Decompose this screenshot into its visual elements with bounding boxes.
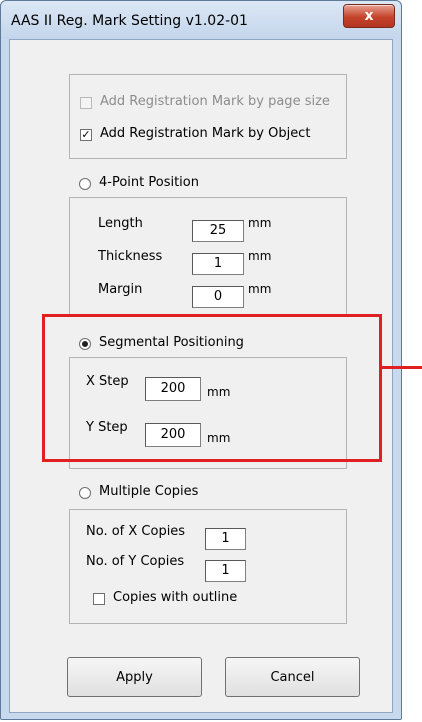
apply-button[interactable]: Apply — [67, 657, 202, 697]
four-point-radio-label: 4-Point Position — [99, 175, 199, 190]
copies-outline-checkbox-label: Copies with outline — [113, 590, 238, 605]
multiple-copies-radio-label: Multiple Copies — [99, 484, 199, 499]
close-icon: x — [364, 8, 374, 24]
thickness-label: Thickness — [98, 249, 163, 264]
length-label: Length — [98, 216, 143, 231]
highlight-pointer-line — [381, 366, 422, 369]
four-point-radio[interactable] — [79, 178, 91, 190]
page-size-checkbox[interactable] — [80, 97, 92, 109]
length-input[interactable]: 25 — [192, 220, 244, 242]
multiple-copies-radio[interactable] — [79, 487, 91, 499]
length-unit: mm — [248, 216, 272, 230]
margin-label: Margin — [98, 282, 143, 297]
y-copies-input[interactable]: 1 — [205, 560, 246, 582]
cancel-button[interactable]: Cancel — [225, 657, 360, 697]
multiple-copies-group: No. of X Copies 1 No. of Y Copies 1 Copi… — [69, 509, 347, 624]
close-button[interactable]: x — [343, 4, 395, 28]
x-copies-input[interactable]: 1 — [205, 528, 246, 550]
four-point-group: Length 25 mm Thickness 1 mm Margin 0 mm — [69, 197, 347, 317]
thickness-input[interactable]: 1 — [192, 253, 244, 275]
by-object-checkbox-label: Add Registration Mark by Object — [100, 126, 311, 141]
by-object-checkbox[interactable]: ✓ — [80, 129, 92, 141]
checkmark-icon: ✓ — [81, 128, 91, 141]
highlight-box — [42, 314, 382, 462]
margin-unit: mm — [248, 282, 272, 296]
window-title: AAS II Reg. Mark Setting v1.02-01 — [11, 13, 248, 29]
copies-outline-checkbox[interactable] — [93, 593, 105, 605]
registration-mark-group: Add Registration Mark by page size ✓ Add… — [69, 74, 347, 159]
margin-input[interactable]: 0 — [192, 286, 244, 308]
thickness-unit: mm — [248, 249, 272, 263]
y-copies-label: No. of Y Copies — [86, 554, 185, 569]
title-bar[interactable]: AAS II Reg. Mark Setting v1.02-01 x — [1, 1, 401, 39]
page-size-checkbox-label: Add Registration Mark by page size — [100, 94, 330, 109]
x-copies-label: No. of X Copies — [86, 524, 186, 539]
